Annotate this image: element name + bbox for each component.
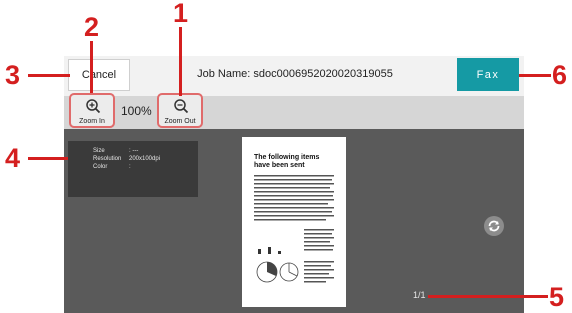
callout-3-line [28,74,70,77]
zoom-out-label: Zoom Out [164,118,196,125]
zoom-out-icon [174,99,189,114]
callout-5: 5 [549,282,565,312]
page-indicator: 1/1 [413,290,426,300]
rotate-button[interactable] [484,216,504,236]
zoom-in-label: Zoom In [79,118,105,125]
resolution-value: 200x100dpi [129,156,161,162]
rotate-icon [488,220,500,232]
cancel-button[interactable]: Cancel [68,59,130,91]
zoom-out-button[interactable]: Zoom Out [157,93,203,128]
zoom-in-icon [86,99,101,114]
info-size: Size : --- [93,148,138,154]
callout-6: 6 [552,60,568,90]
zoom-level: 100% [121,104,152,118]
fax-button[interactable]: Fax [457,58,519,91]
info-color: Color: [93,164,131,170]
info-resolution: Resolution 200x100dpi [93,156,160,162]
callout-6-line [519,74,551,77]
callout-4: 4 [5,143,21,173]
color-value: : [129,164,131,170]
document-content [254,175,334,283]
size-value: : --- [129,148,139,154]
callout-1-line [179,27,182,96]
callout-4-line [28,157,68,160]
callout-2: 2 [84,12,100,42]
job-name: Job Name: sdoc0006952020020319055 [197,68,393,80]
resolution-label: Resolution [93,156,122,162]
callout-3: 3 [5,60,21,90]
document-preview[interactable]: The following items have been sent [242,137,346,307]
callout-1: 1 [173,0,189,28]
color-label: Color [93,164,108,170]
callout-2-line [90,41,93,93]
zoom-in-button[interactable]: Zoom In [69,93,115,128]
size-label: Size [93,148,105,154]
callout-5-line [428,295,548,298]
